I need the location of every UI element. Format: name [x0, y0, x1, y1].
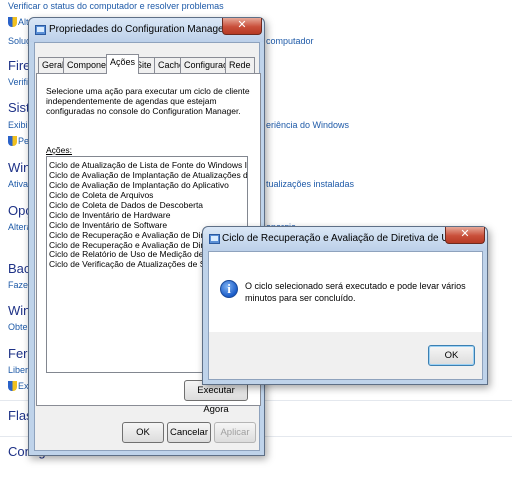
message-text: O ciclo selecionado será executado e pod…	[245, 281, 466, 303]
list-item[interactable]: Ciclo de Coleta de Arquivos	[47, 190, 247, 200]
configuration-manager-icon	[209, 234, 220, 244]
shield-icon	[8, 381, 17, 391]
shield-icon	[8, 17, 17, 27]
list-item[interactable]: Ciclo de Coleta de Dados de Descoberta	[47, 200, 247, 210]
list-item[interactable]: Ciclo de Avaliação de Implantação de Atu…	[47, 170, 247, 180]
list-item[interactable]: Ciclo de Atualização de Lista de Fonte d…	[47, 160, 247, 170]
message-ok-button[interactable]: OK	[428, 345, 475, 366]
actions-description: Selecione uma ação para executar um cicl…	[46, 86, 250, 116]
configuration-manager-icon	[35, 25, 46, 35]
cancel-button[interactable]: Cancelar	[167, 422, 211, 443]
actions-label: Ações:	[46, 145, 72, 155]
tab-acoes[interactable]: Ações	[106, 54, 140, 74]
properties-close-button[interactable]: ✕	[222, 18, 262, 35]
properties-titlebar[interactable]: Propriedades do Configuration Manager ✕	[29, 18, 264, 42]
message-title: Ciclo de Recuperação e Avaliação de Dire…	[222, 233, 476, 244]
close-icon: ✕	[460, 228, 470, 240]
list-item[interactable]: Ciclo de Avaliação de Implantação do Apl…	[47, 180, 247, 190]
ok-button[interactable]: OK	[122, 422, 164, 443]
apply-button[interactable]: Aplicar	[214, 422, 256, 443]
message-close-button[interactable]: ✕	[445, 227, 485, 244]
installed-updates-link[interactable]: tualizações instaladas	[266, 179, 354, 189]
tab-rede[interactable]: Rede	[225, 57, 255, 73]
message-titlebar[interactable]: Ciclo de Recuperação e Avaliação de Dire…	[203, 227, 487, 251]
computer-link[interactable]: computador	[266, 36, 314, 46]
properties-title: Propriedades do Configuration Manager	[49, 24, 227, 35]
list-item[interactable]: Ciclo de Inventário de Hardware	[47, 210, 247, 220]
close-icon: ✕	[237, 19, 247, 31]
shield-icon	[8, 136, 17, 146]
information-icon: i	[220, 280, 238, 298]
experience-link[interactable]: eriência do Windows	[266, 120, 349, 130]
verify-status-link[interactable]: Verificar o status do computador e resol…	[8, 1, 224, 11]
